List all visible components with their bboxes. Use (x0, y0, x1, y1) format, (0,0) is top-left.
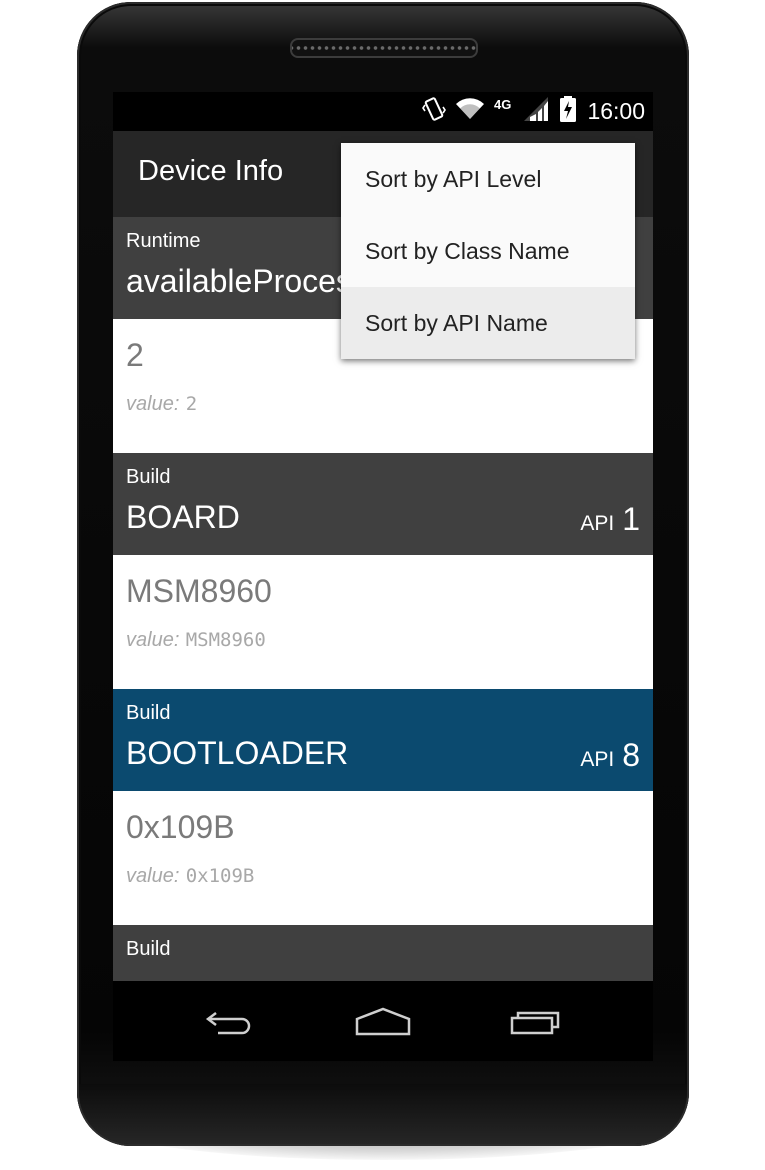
network-type-label: 4G (494, 97, 511, 112)
recent-apps-button[interactable] (501, 996, 571, 1046)
back-button[interactable] (195, 996, 265, 1046)
menu-item-sort-api-name[interactable]: Sort by API Name (341, 287, 635, 359)
class-name: Build (126, 466, 171, 488)
navigation-bar (113, 981, 653, 1061)
sort-menu: Sort by API Level Sort by Class Name Sor… (341, 143, 635, 359)
value-text: MSM8960 (126, 573, 272, 609)
api-label: API (580, 512, 615, 535)
raw-value: value: 0x109B (126, 863, 254, 888)
list-item-header-selected[interactable]: Build BOOTLOADER API 8 (113, 689, 653, 791)
status-time: 16:00 (587, 98, 645, 124)
status-bar: 4G 16:00 (113, 92, 653, 131)
api-level: API 8 (580, 737, 640, 774)
vibrate-icon (422, 95, 446, 127)
speaker-grille (290, 38, 478, 58)
home-icon (355, 1007, 411, 1036)
phone-chin (79, 1084, 687, 1144)
class-name: Runtime (126, 230, 201, 252)
list-item-value[interactable]: 0x109B value: 0x109B (113, 791, 653, 925)
back-icon (205, 1012, 250, 1035)
home-button[interactable] (348, 996, 418, 1046)
app-title: Device Info (138, 155, 284, 187)
raw-value-text: 2 (185, 393, 198, 415)
recent-apps-icon (511, 1011, 560, 1035)
menu-item-sort-api-level[interactable]: Sort by API Level (341, 143, 635, 215)
value-text: 2 (126, 337, 144, 373)
class-name: Build (126, 702, 171, 724)
list-item-header[interactable]: Build (113, 925, 653, 981)
list-item-value[interactable]: MSM8960 value: MSM8960 (113, 555, 653, 689)
value-text: 0x109B (126, 809, 235, 845)
device-screen: 4G 16:00 Device Info Runtime availablePr… (113, 92, 653, 981)
api-name: BOOTLOADER (126, 735, 349, 771)
status-icons: 4G (422, 96, 577, 126)
api-number: 1 (622, 501, 640, 537)
raw-value-text: 0x109B (185, 865, 255, 887)
raw-value-text: MSM8960 (185, 629, 266, 651)
api-number: 8 (622, 737, 640, 773)
value-prefix: value: (126, 865, 180, 887)
api-level: API 1 (580, 501, 640, 538)
battery-charging-icon (559, 95, 577, 127)
class-name: Build (126, 938, 171, 960)
raw-value: value: MSM8960 (126, 627, 266, 652)
api-label: API (580, 748, 615, 771)
raw-value: value: 2 (126, 391, 197, 416)
4g-lte-icon: 4G (494, 95, 550, 127)
value-prefix: value: (126, 393, 180, 415)
api-name: BOARD (126, 499, 240, 535)
list-item-header[interactable]: Build BOARD API 1 (113, 453, 653, 555)
menu-item-sort-class-name[interactable]: Sort by Class Name (341, 215, 635, 287)
value-prefix: value: (126, 629, 180, 651)
wifi-icon (455, 97, 485, 125)
